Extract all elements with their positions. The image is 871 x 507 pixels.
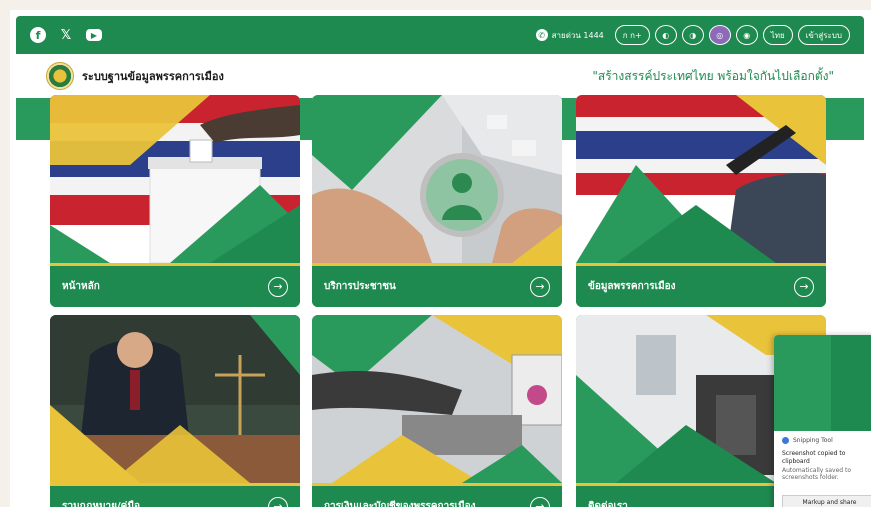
hotline[interactable]: ✆ สายด่วน 1444 <box>535 29 604 42</box>
card-home[interactable]: หน้าหลัก → <box>50 95 300 307</box>
arrow-right-icon[interactable]: → <box>268 276 288 297</box>
browser-viewport: f 𝕏 ▶ ✆ สายด่วน 1444 ก ก+ ◐ ◑ ◎ ◉ ไทย เข… <box>10 10 871 507</box>
arrow-right-icon[interactable]: → <box>794 276 814 297</box>
font-size-button[interactable]: ก ก+ <box>614 25 650 45</box>
card-label: หน้าหลัก <box>62 281 100 292</box>
card-image-ballot <box>50 95 300 263</box>
card-image-finance <box>312 315 562 483</box>
markup-share-button[interactable]: Markup and share <box>782 495 871 507</box>
hotline-label: สายด่วน 1444 <box>551 30 604 40</box>
contrast-button-2[interactable]: ◑ <box>681 25 704 45</box>
card-image-law <box>50 315 300 483</box>
card-label: ติดต่อเรา <box>588 501 628 507</box>
card-image-podium <box>576 95 826 263</box>
card-footer: หน้าหลัก → <box>50 263 300 307</box>
card-finance[interactable]: การเงินและบัญชีของพรรคการเมือง → <box>312 315 562 507</box>
card-label: การเงินและบัญชีของพรรคการเมือง <box>324 501 476 507</box>
arrow-right-icon[interactable]: → <box>530 496 550 507</box>
card-public-service[interactable]: บริการประชาชน → <box>312 95 562 307</box>
notification-app: Snipping Tool <box>774 431 871 446</box>
top-controls: ✆ สายด่วน 1444 ก ก+ ◐ ◑ ◎ ◉ ไทย เข้าสู่ร… <box>535 25 850 45</box>
card-label: รวมกฎหมาย/คู่มือ <box>62 501 140 507</box>
card-image-magnifier <box>312 95 562 263</box>
card-footer: รวมกฎหมาย/คู่มือ → <box>50 483 300 507</box>
social-links: f 𝕏 ▶ <box>30 27 102 43</box>
site-logo[interactable] <box>46 62 74 90</box>
site-name[interactable]: ระบบฐานข้อมูลพรรคการเมือง <box>82 67 224 85</box>
language-button[interactable]: ไทย <box>762 25 793 45</box>
theme-button-active[interactable]: ◎ <box>708 25 731 45</box>
card-label: ข้อมูลพรรคการเมือง <box>588 281 676 292</box>
arrow-right-icon[interactable]: → <box>268 496 288 507</box>
site-header: ระบบฐานข้อมูลพรรคการเมือง "สร้างสรรค์ประ… <box>16 54 864 98</box>
arrow-right-icon[interactable]: → <box>530 276 550 297</box>
card-footer: ข้อมูลพรรคการเมือง → <box>576 263 826 307</box>
screenshot-thumbnail[interactable] <box>774 335 871 431</box>
card-party-data[interactable]: ข้อมูลพรรคการเมือง → <box>576 95 826 307</box>
notification-submessage: Automatically saved to screenshots folde… <box>782 466 852 481</box>
top-bar: f 𝕏 ▶ ✆ สายด่วน 1444 ก ก+ ◐ ◑ ◎ ◉ ไทย เข… <box>16 16 864 54</box>
screenshot-notification[interactable]: Snipping Tool Screenshot copied to clipb… <box>774 335 871 507</box>
snipping-tool-icon <box>782 437 789 444</box>
notification-message: Screenshot copied to clipboard <box>782 450 846 466</box>
accessibility-button[interactable]: ◉ <box>735 25 758 45</box>
youtube-icon[interactable]: ▶ <box>86 29 102 41</box>
facebook-icon[interactable]: f <box>30 27 46 43</box>
phone-icon: ✆ <box>535 29 548 41</box>
card-footer: บริการประชาชน → <box>312 263 562 307</box>
card-label: บริการประชาชน <box>324 281 396 292</box>
card-law-manual[interactable]: รวมกฎหมาย/คู่มือ → <box>50 315 300 507</box>
contrast-button-1[interactable]: ◐ <box>654 25 677 45</box>
card-footer: การเงินและบัญชีของพรรคการเมือง → <box>312 483 562 507</box>
login-button[interactable]: เข้าสู่ระบบ <box>797 25 850 45</box>
slogan: "สร้างสรรค์ประเทศไทย พร้อมใจกันไปเลือกตั… <box>592 68 834 83</box>
x-twitter-icon[interactable]: 𝕏 <box>58 27 74 43</box>
notification-app-name: Snipping Tool <box>793 437 833 444</box>
